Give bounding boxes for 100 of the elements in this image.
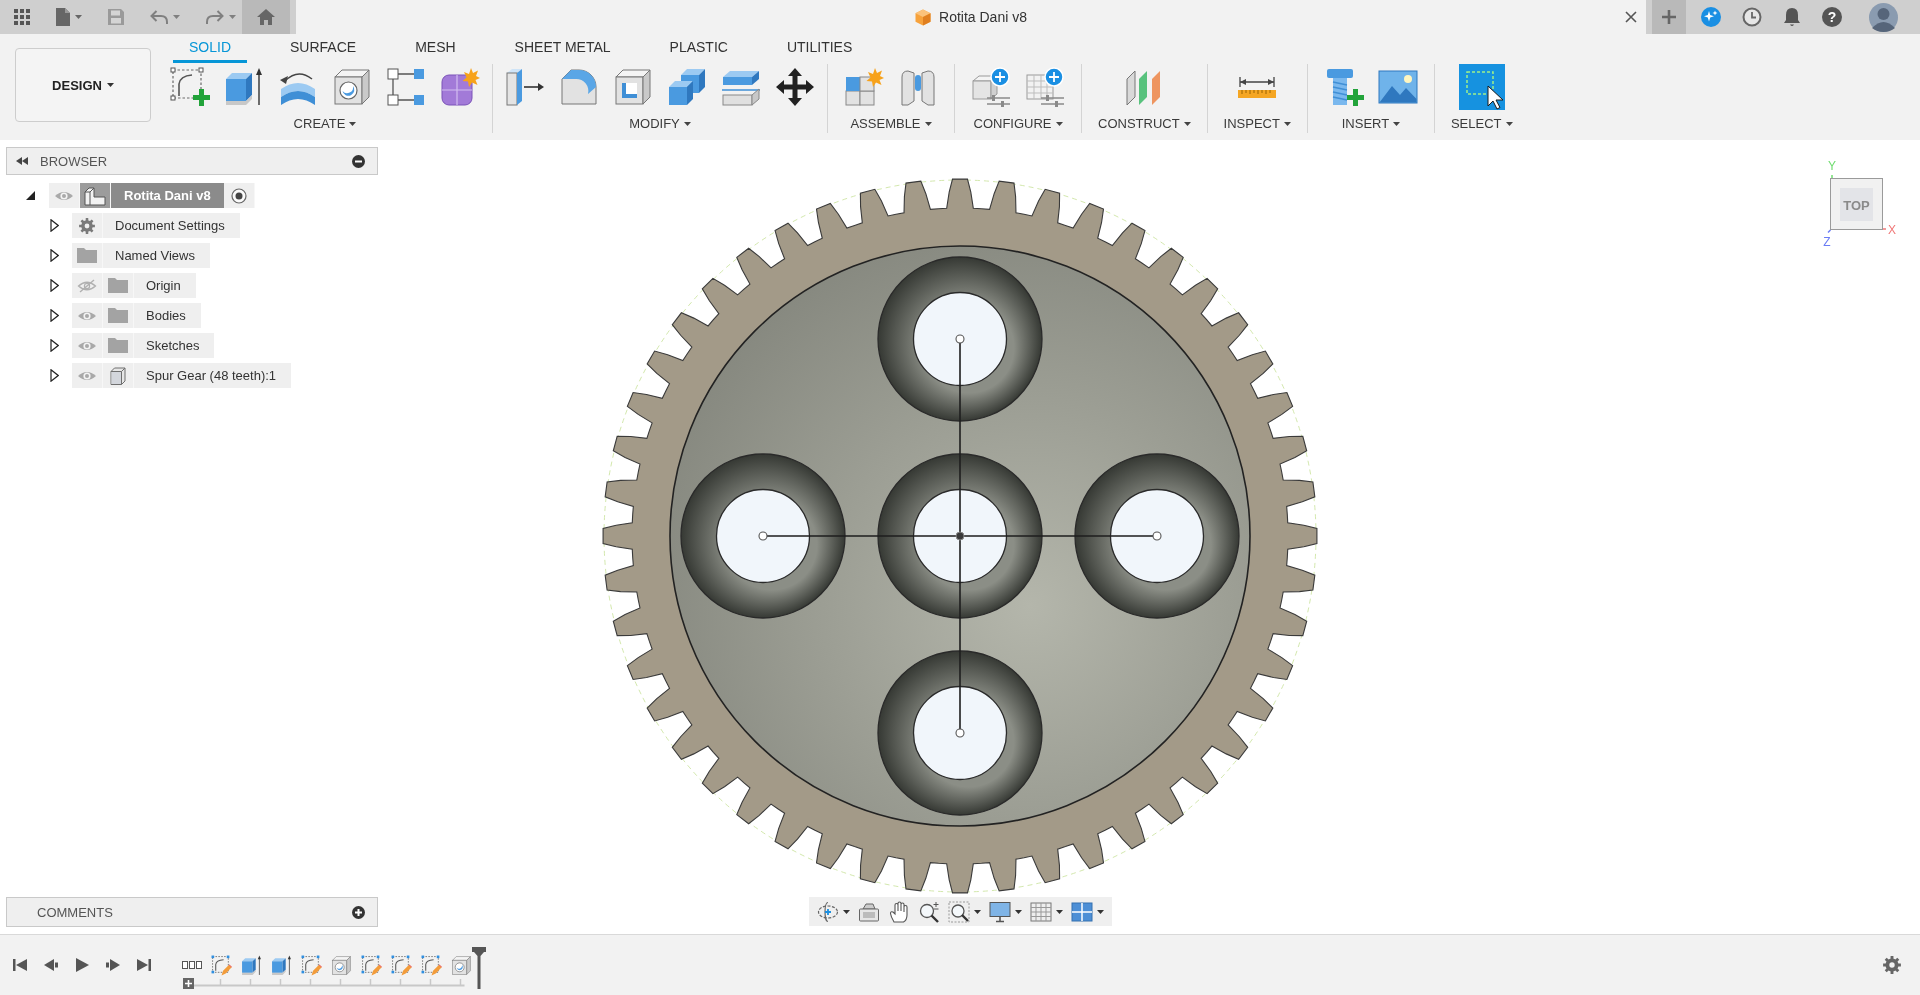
box-arrow-icon[interactable] [241, 954, 262, 976]
axis-line [1882, 228, 1887, 230]
caret-icon[interactable] [1183, 121, 1191, 126]
clock-icon[interactable] [1742, 7, 1762, 27]
help-button[interactable]: ? [1822, 7, 1842, 27]
caret-icon[interactable] [1505, 121, 1513, 126]
landscape-icon[interactable] [1377, 67, 1418, 107]
apps-grid-icon[interactable] [14, 9, 30, 25]
browser-item[interactable]: Origin [72, 273, 196, 298]
workspace-menu-button[interactable]: DESIGN [15, 48, 151, 122]
group-menu-button[interactable]: INSERT [1341, 114, 1401, 133]
linked-squares-icon[interactable] [386, 67, 426, 107]
workspace-tab[interactable]: UTILITIES [770, 34, 869, 63]
box-arrow-icon[interactable] [224, 67, 264, 107]
grid-plus-badge-icon[interactable] [1025, 67, 1065, 107]
sketch-pencil-icon[interactable] [361, 954, 382, 976]
plus-circle-icon[interactable] [352, 905, 365, 919]
group-menu-button[interactable]: ASSEMBLE [850, 114, 932, 133]
document-tab[interactable]: Rotita Dani v8 [296, 0, 1646, 34]
home-tab[interactable] [242, 0, 290, 34]
sketch-pencil-icon[interactable] [211, 954, 232, 976]
tree-expander-icon[interactable] [50, 219, 59, 232]
box-plus-badge-icon[interactable] [971, 67, 1011, 107]
settings-icon[interactable] [1883, 956, 1901, 974]
sketch-plus-icon[interactable] [170, 67, 210, 107]
tree-expander-icon[interactable] [26, 191, 35, 200]
workspace-tab[interactable]: PLASTIC [653, 34, 744, 63]
sparkle-badge-icon[interactable] [1701, 7, 1721, 27]
grid-tile-star-icon[interactable] [440, 67, 480, 107]
undo-icon[interactable] [150, 10, 168, 24]
file-icon[interactable] [56, 8, 70, 26]
workspace-tab[interactable]: SURFACE [274, 34, 373, 63]
caret-icon[interactable] [1055, 121, 1063, 126]
magnifier-plus-icon[interactable] [917, 900, 940, 923]
monitor-icon[interactable] [988, 900, 1011, 923]
caret-icon[interactable] [1096, 909, 1104, 914]
caret-icon[interactable] [1393, 121, 1401, 126]
selection-cursor-icon[interactable] [1458, 64, 1505, 110]
browser-item[interactable]: Sketches [72, 333, 215, 358]
caret-icon[interactable] [349, 121, 357, 126]
box-arrow-icon[interactable] [271, 954, 292, 976]
caret-icon[interactable] [106, 83, 114, 87]
play-icon[interactable] [75, 958, 89, 972]
browser-item[interactable]: Named Views [72, 243, 210, 268]
group-menu-button[interactable]: CONSTRUCT [1098, 114, 1191, 133]
cube-circle-icon[interactable] [331, 954, 352, 976]
caret-icon[interactable] [1055, 909, 1063, 914]
group-menu-button[interactable]: CREATE [293, 114, 357, 133]
sketch-pencil-icon[interactable] [301, 954, 322, 976]
workspace-tab[interactable]: MESH [399, 34, 472, 63]
group-menu-button[interactable]: MODIFY [629, 114, 691, 133]
hand-icon[interactable] [887, 900, 910, 923]
caret-icon[interactable] [683, 121, 691, 126]
radio-icon[interactable] [230, 187, 247, 204]
cubes-star-icon[interactable] [844, 67, 884, 107]
panes-icon[interactable] [1070, 900, 1093, 923]
avatar-icon[interactable] [1869, 2, 1898, 32]
collapse-icon[interactable] [16, 157, 28, 165]
group-menu-button[interactable]: CONFIGURE [973, 114, 1063, 133]
skip-end-icon[interactable] [137, 958, 151, 972]
minus-circle-icon[interactable] [352, 154, 365, 168]
timeline-marker[interactable] [472, 947, 486, 989]
stacked-cubes-icon[interactable] [667, 67, 707, 107]
sketch-pencil-icon[interactable] [421, 954, 442, 976]
magnifier-frame-icon[interactable] [947, 900, 970, 923]
redo-icon[interactable] [206, 10, 224, 24]
caret-icon[interactable] [924, 121, 932, 126]
new-tab-button[interactable] [1652, 0, 1686, 34]
three-boxes-icon[interactable] [182, 961, 202, 969]
caret-icon[interactable] [1014, 909, 1022, 914]
workspace-tab[interactable]: SHEET METAL [498, 34, 627, 63]
group-menu-button[interactable]: INSPECT [1223, 114, 1291, 133]
tree-expander-icon[interactable] [50, 339, 59, 352]
move-arrows-icon[interactable] [775, 67, 815, 107]
screen-box-icon[interactable] [857, 900, 880, 923]
slab-arrow-icon[interactable] [505, 67, 545, 107]
step-back-icon[interactable] [44, 958, 58, 972]
caret-icon[interactable] [973, 909, 981, 914]
gear-icon [79, 217, 95, 234]
close-icon[interactable] [1625, 11, 1637, 23]
hinge-icon[interactable] [898, 67, 938, 107]
step-forward-icon[interactable] [106, 958, 120, 972]
plus-icon[interactable] [183, 977, 194, 989]
browser-item[interactable]: Document Settings [72, 213, 240, 238]
ruler-icon[interactable] [1237, 75, 1278, 99]
skip-start-icon[interactable] [13, 958, 27, 972]
group-menu-button[interactable]: SELECT [1450, 114, 1513, 133]
cube-circle-icon[interactable] [332, 67, 372, 107]
tree-expander-icon[interactable] [50, 249, 59, 262]
tree-expander-icon[interactable] [50, 309, 59, 322]
shell-box-icon[interactable] [613, 67, 653, 107]
caret-icon[interactable] [842, 909, 850, 914]
sketch-pencil-icon[interactable] [391, 954, 412, 976]
tree-expander-icon[interactable] [50, 279, 59, 292]
orbit-icon[interactable] [816, 900, 839, 923]
browser-item[interactable]: Spur Gear (48 teeth):1 [72, 363, 292, 388]
browser-item[interactable]: Bodies [72, 303, 201, 328]
caret-icon[interactable] [1283, 121, 1291, 126]
tree-expander-icon[interactable] [50, 369, 59, 382]
bell-icon[interactable] [1783, 7, 1801, 27]
